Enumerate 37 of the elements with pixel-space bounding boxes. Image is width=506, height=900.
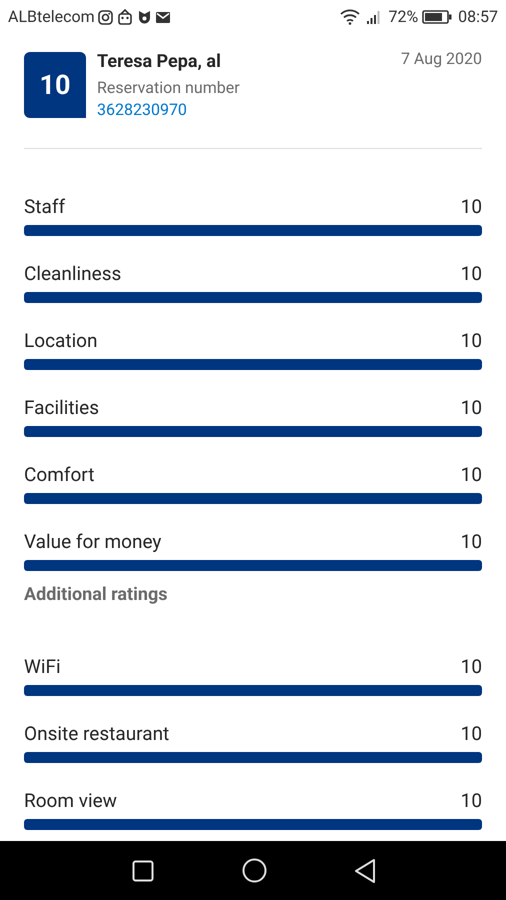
robot-icon: [116, 9, 133, 25]
battery-percent: 72%: [388, 6, 418, 28]
rating-value: 10: [460, 195, 482, 219]
rating-value: 10: [460, 530, 482, 554]
signal-icon: [366, 10, 382, 24]
camera-icon: [98, 10, 113, 24]
mail-icon: [156, 12, 170, 22]
rating-label: Room view: [24, 789, 117, 813]
battery-icon: [422, 10, 452, 24]
score-badge: 10: [24, 52, 86, 118]
rating-value: 10: [460, 722, 482, 746]
rating-value: 10: [460, 463, 482, 487]
review-date: 7 Aug 2020: [400, 49, 482, 69]
rating-label: Location: [24, 329, 98, 353]
rating-label: Staff: [24, 195, 66, 219]
section-heading: Additional ratings: [24, 583, 169, 607]
rating-value: 10: [460, 655, 482, 679]
reviewer-name: Teresa Pepa, al: [97, 50, 222, 74]
rating-value: 10: [460, 329, 482, 353]
rating-value: 10: [460, 789, 482, 813]
rating-value: 10: [460, 262, 482, 286]
rating-label: Cleanliness: [24, 262, 122, 286]
reservation-label: Reservation number: [97, 77, 240, 99]
rating-label: Facilities: [24, 396, 100, 420]
recent-apps-icon[interactable]: [132, 860, 154, 882]
rating-value: 10: [460, 396, 482, 420]
carrier-name: ALBtelecom: [8, 6, 95, 28]
clock-time: 08:57: [458, 6, 498, 28]
reservation-number: 3628230970: [97, 100, 188, 120]
shield-icon: [136, 10, 152, 24]
rating-label: WiFi: [24, 655, 61, 679]
rating-label: Comfort: [24, 463, 94, 487]
wifi-icon: [340, 9, 360, 25]
back-icon[interactable]: [354, 858, 374, 882]
rating-label: Value for money: [24, 530, 162, 554]
rating-label: Onsite restaurant: [24, 722, 170, 746]
home-icon[interactable]: [242, 858, 266, 883]
